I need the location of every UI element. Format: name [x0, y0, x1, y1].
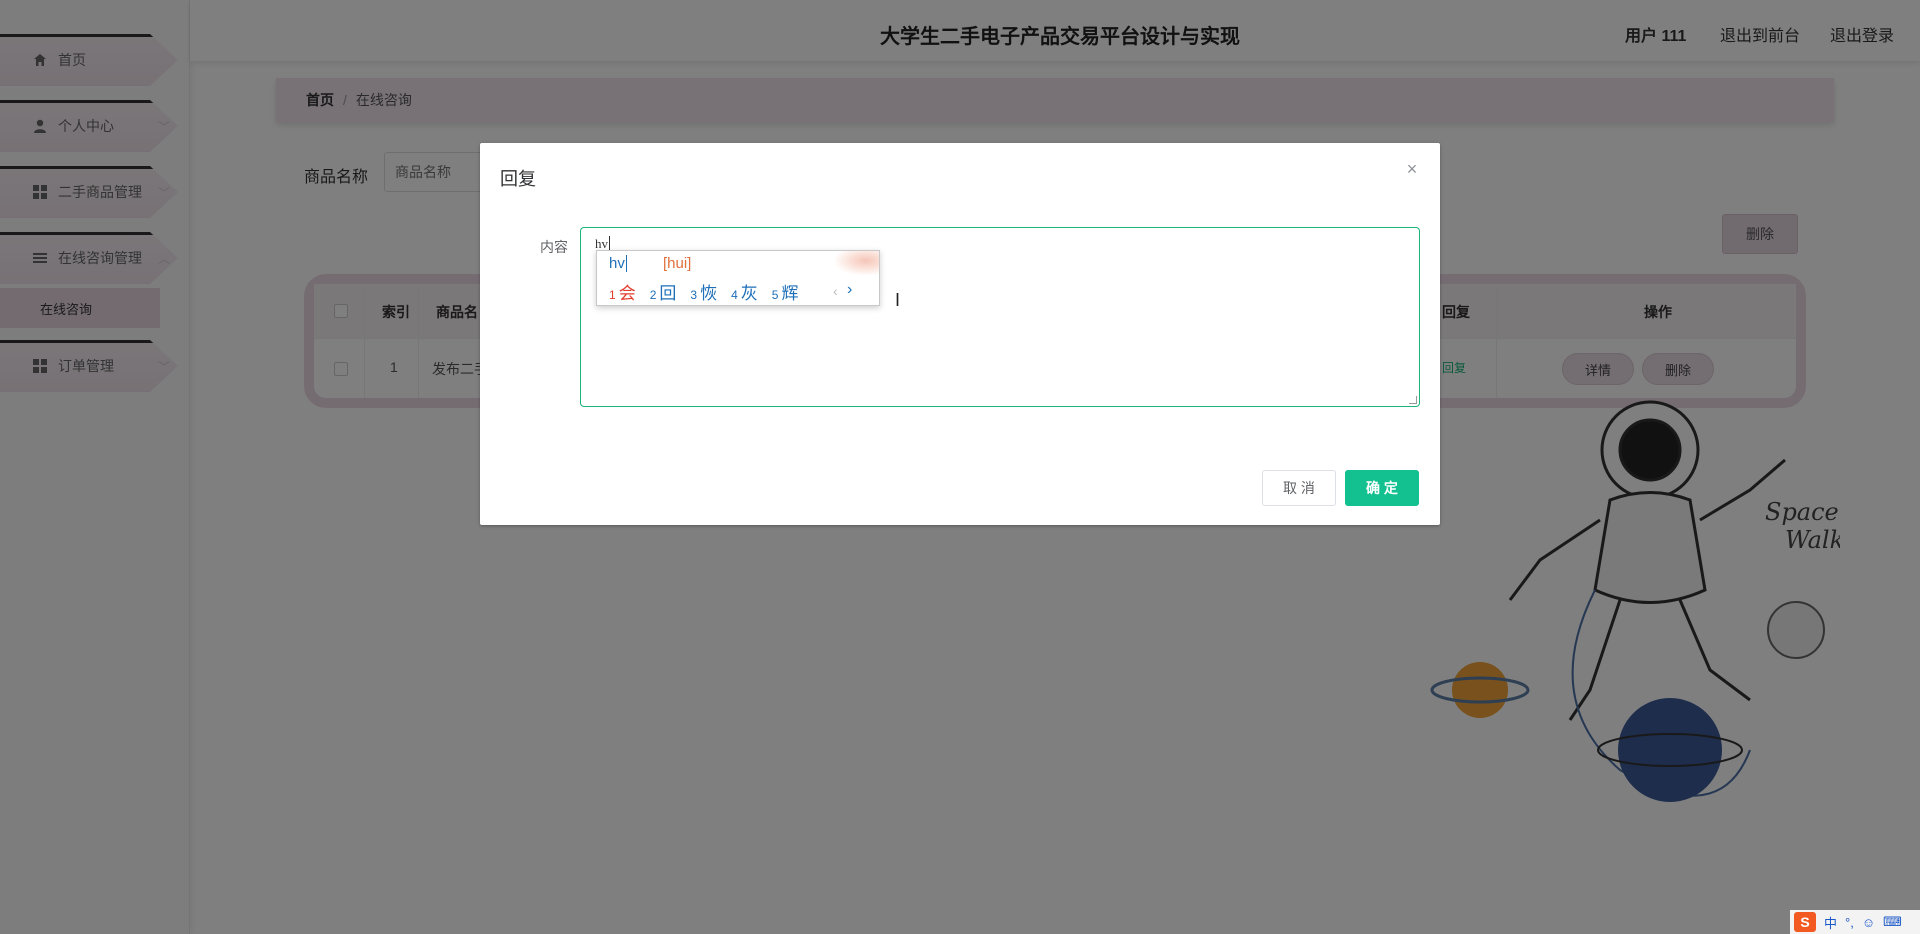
candidate-number: 5: [771, 288, 779, 302]
candidate-char: 会: [618, 284, 636, 303]
candidate-number: 2: [649, 288, 657, 302]
close-icon[interactable]: ×: [1402, 159, 1422, 179]
sidebar-item-label: 个人中心: [58, 118, 114, 134]
ime-prev-page-icon[interactable]: ‹: [833, 283, 838, 299]
emoji-icon[interactable]: ☺: [1862, 915, 1875, 930]
ime-candidate[interactable]: 2回: [650, 279, 677, 304]
ime-candidate[interactable]: 5辉: [772, 279, 799, 304]
content-label: 内容: [540, 239, 568, 255]
chevron-down-icon: ﹀: [158, 120, 171, 134]
candidate-char: 灰: [740, 284, 758, 303]
home-icon: [34, 54, 46, 66]
chevron-down-icon: ﹀: [158, 360, 171, 374]
reply-dialog: 回复 × 内容 hv 取 消 确 定: [480, 143, 1440, 525]
candidate-char: 回: [659, 284, 677, 303]
keyboard-icon[interactable]: ⌨: [1883, 914, 1902, 930]
grid-icon: [33, 185, 47, 199]
ime-pinyin-hint: [hui]: [663, 255, 692, 272]
ime-candidate[interactable]: 3恢: [690, 279, 717, 304]
resize-handle[interactable]: [1409, 396, 1417, 404]
list-icon: [33, 253, 47, 263]
ime-skin-decoration: [835, 251, 879, 275]
ime-mode-toggle[interactable]: 中: [1824, 913, 1837, 932]
ime-status-bar: S 中 °, ☺ ⌨: [1790, 910, 1920, 934]
chevron-down-icon: ﹀: [158, 186, 171, 200]
ime-next-page-icon[interactable]: ›: [847, 281, 852, 299]
sidebar-item-label: 二手商品管理: [58, 184, 142, 200]
ime-candidate[interactable]: 4灰: [731, 279, 758, 304]
sidebar-item-label: 在线咨询管理: [58, 250, 142, 266]
user-icon: [34, 119, 46, 133]
punctuation-toggle[interactable]: °,: [1845, 915, 1854, 930]
confirm-button[interactable]: 确 定: [1345, 470, 1419, 506]
candidate-number: 3: [690, 288, 698, 302]
candidate-char: 恢: [700, 284, 718, 303]
grid-icon: [33, 359, 47, 373]
candidate-char: 辉: [781, 284, 799, 303]
sidebar-item-label: 首页: [58, 52, 86, 68]
sogou-logo-icon[interactable]: S: [1794, 912, 1816, 932]
cancel-button[interactable]: 取 消: [1262, 470, 1336, 506]
candidate-number: 1: [609, 288, 616, 302]
candidate-number: 4: [731, 288, 738, 302]
chevron-up-icon: ︿: [158, 252, 171, 266]
sidebar-item-label: 订单管理: [58, 358, 114, 374]
ime-composition: hv: [609, 255, 627, 272]
ime-candidate-popup: hv [hui] 1会 2回 3恢 4灰 5辉 ‹ ›: [596, 250, 880, 306]
dialog-title: 回复: [500, 169, 536, 189]
text-cursor-icon: I: [895, 290, 901, 310]
ime-candidate-list: 1会 2回 3恢 4灰 5辉: [609, 279, 812, 304]
ime-candidate[interactable]: 1会: [609, 279, 636, 304]
